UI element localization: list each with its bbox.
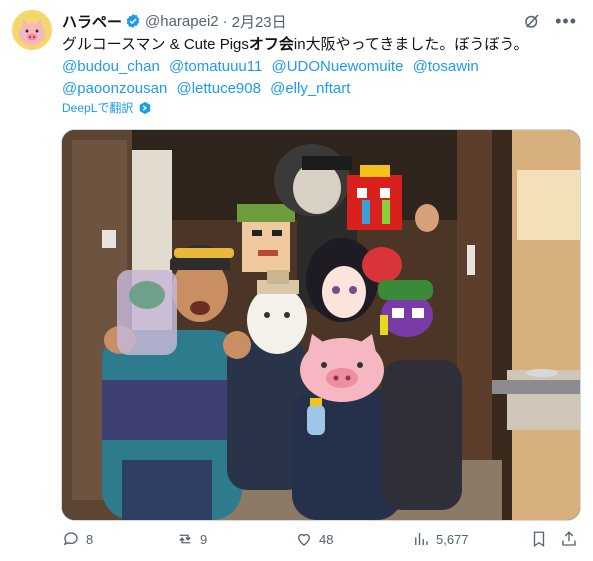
tweet-text-part: グルコースマン & Cute Pigs — [62, 36, 249, 53]
timestamp[interactable]: 2月23日 — [232, 11, 287, 32]
mention-link[interactable]: @budou_chan — [62, 58, 160, 75]
mention-link[interactable]: @lettuce908 — [176, 80, 260, 97]
bookmark-button[interactable] — [530, 530, 548, 548]
repost-count: 9 — [200, 531, 208, 547]
tweet-actions: 8 9 48 5,677 — [62, 526, 582, 554]
mention-link[interactable]: @paoonzousan — [62, 80, 167, 97]
mention-link[interactable]: @tomatuuu11 — [169, 58, 262, 75]
reply-icon — [63, 532, 78, 546]
views-icon — [415, 533, 428, 545]
like-count: 48 — [319, 531, 334, 547]
more-icon[interactable]: ••• — [555, 12, 577, 30]
tweet-header: ハラペー @harapei2 · 2月23日 ••• — [62, 10, 577, 32]
reply-button[interactable]: 8 — [62, 530, 93, 548]
avatar[interactable] — [12, 10, 52, 50]
bookmark-icon — [533, 531, 545, 548]
pig-avatar-icon — [12, 10, 52, 50]
tweet-text-bold: オフ会 — [248, 36, 294, 53]
like-button[interactable]: 48 — [295, 530, 333, 548]
repost-icon — [179, 534, 191, 544]
views-button[interactable]: 5,677 — [412, 530, 469, 548]
tweet-photo[interactable] — [61, 129, 581, 521]
share-button[interactable] — [560, 530, 578, 548]
display-name[interactable]: ハラペー — [62, 11, 122, 32]
repost-button[interactable]: 9 — [176, 530, 207, 548]
translate-label: DeepLで翻訳 — [62, 101, 134, 115]
reply-count: 8 — [86, 531, 94, 547]
translate-icon — [140, 101, 151, 114]
mention-link[interactable]: @tosawin — [413, 58, 479, 75]
verified-badge-icon — [126, 14, 140, 28]
separator: · — [222, 12, 228, 30]
mention-link[interactable]: @UDONuewomuite — [272, 58, 404, 75]
tweet-text-part: in大阪やってきました。ぼうぼう。 — [293, 36, 529, 53]
header-icons: ••• — [523, 12, 577, 30]
translate-link[interactable]: DeepLで翻訳 — [62, 99, 152, 116]
grok-icon[interactable] — [523, 12, 541, 30]
group-photo-image — [62, 130, 580, 520]
handle[interactable]: @harapei2 — [145, 13, 219, 30]
heart-icon — [298, 533, 310, 546]
tweet-text: グルコースマン & Cute Pigsオフ会in大阪やってきました。ぼうぼう。 — [62, 34, 582, 56]
mention-list: @budou_chan @tomatuuu11 @UDONuewomuite @… — [62, 56, 587, 100]
mention-link[interactable]: @elly_nftart — [270, 80, 350, 97]
share-icon — [562, 531, 576, 546]
view-count: 5,677 — [436, 531, 469, 547]
